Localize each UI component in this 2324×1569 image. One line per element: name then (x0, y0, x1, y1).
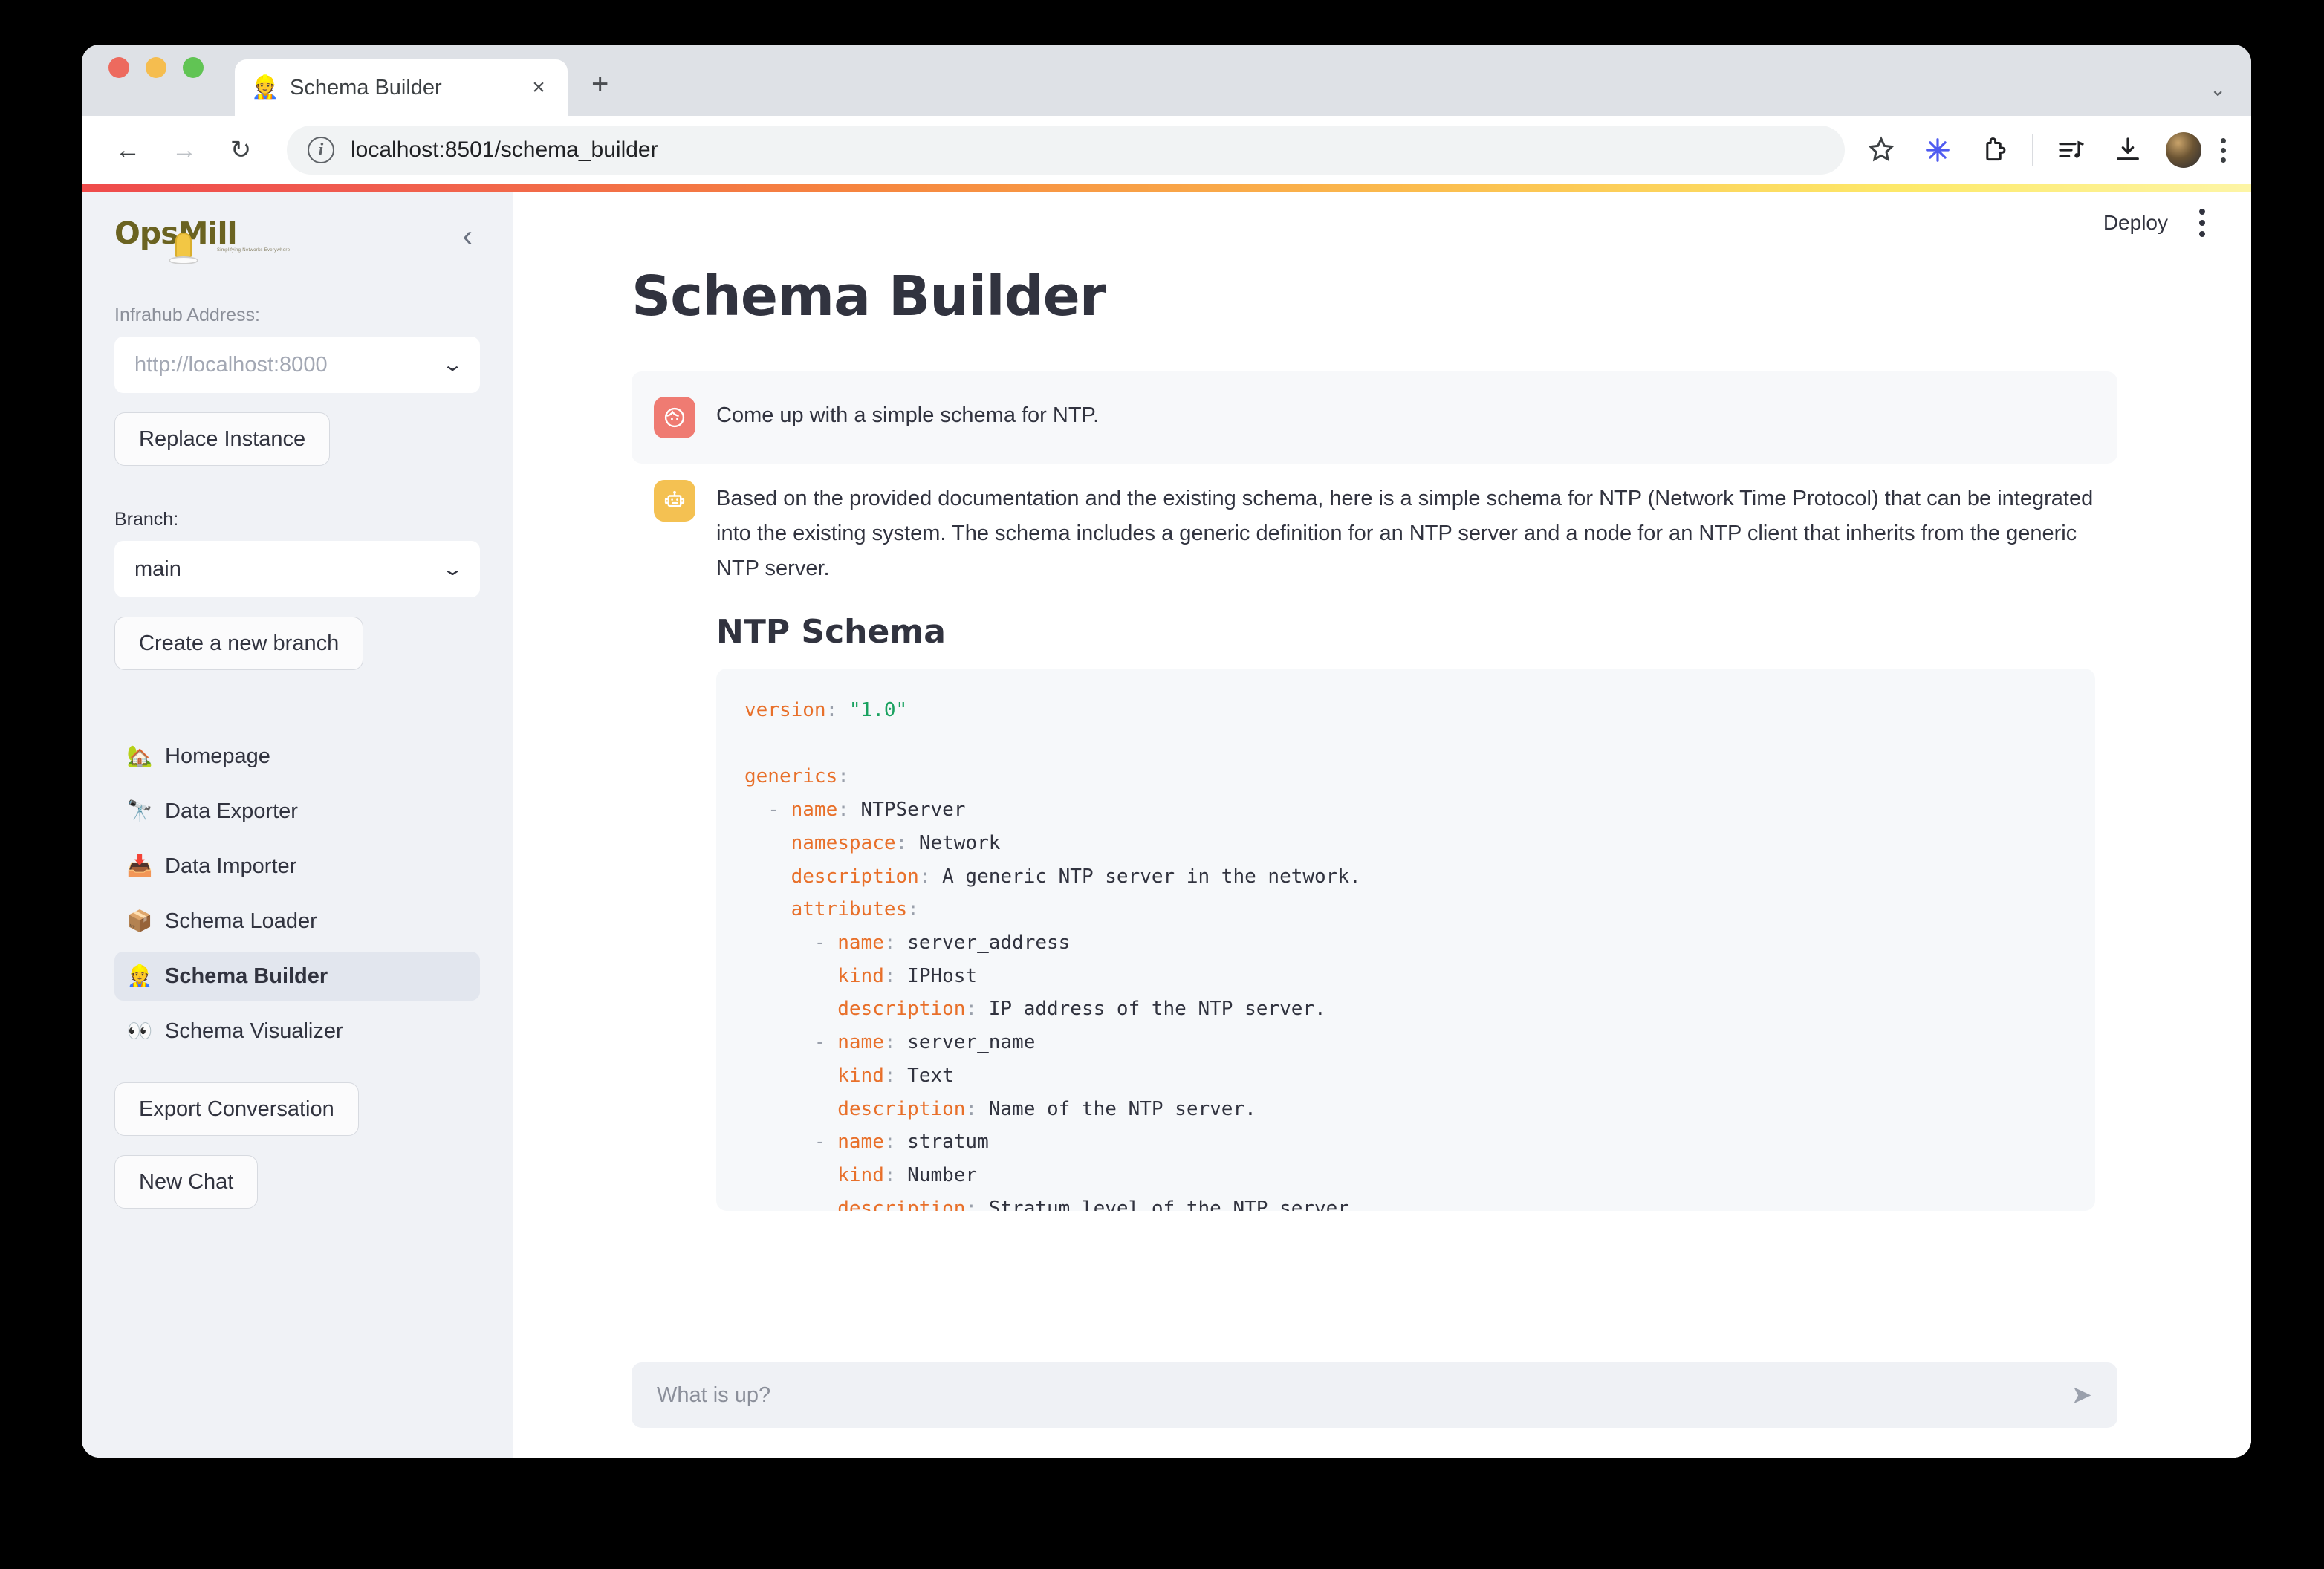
package-icon: 📦 (126, 911, 153, 932)
window-traffic-lights (108, 45, 204, 116)
assistant-message-body: Based on the provided documentation and … (716, 480, 2095, 1211)
house-icon: 🏡 (126, 746, 153, 767)
user-message: Come up with a simple schema for NTP. (632, 371, 2117, 464)
yaml-code-block: version: "1.0" generics: - name: NTPServ… (716, 669, 2095, 1211)
construction-worker-icon: 👷 (126, 966, 153, 987)
branch-value: main (134, 557, 445, 582)
new-tab-button[interactable]: + (591, 68, 608, 101)
sidebar-item-schema-visualizer[interactable]: 👀 Schema Visualizer (114, 1007, 480, 1056)
browser-tab[interactable]: 👷 Schema Builder × (235, 59, 568, 116)
sidebar-item-data-importer[interactable]: 📥 Data Importer (114, 842, 480, 891)
browser-tabstrip: 👷 Schema Builder × + ⌄ (82, 45, 2251, 116)
deploy-button[interactable]: Deploy (2103, 211, 2168, 235)
page-title: Schema Builder (632, 264, 2117, 328)
toolbar-icons (1863, 131, 2230, 169)
new-chat-button[interactable]: New Chat (114, 1155, 258, 1209)
downloads-icon[interactable] (2109, 131, 2146, 169)
branch-label: Branch: (114, 509, 480, 530)
toolbar-divider (2032, 134, 2034, 166)
code-heading: NTP Schema (716, 613, 2095, 651)
site-info-icon[interactable]: i (308, 137, 334, 163)
close-tab-icon[interactable]: × (526, 75, 551, 100)
infrahub-address-select[interactable]: http://localhost:8000 ⌄ (114, 337, 480, 393)
sidebar-item-label: Schema Builder (165, 964, 328, 989)
sidebar-item-schema-loader[interactable]: 📦 Schema Loader (114, 897, 480, 946)
chat-input-placeholder: What is up? (657, 1383, 2071, 1408)
sidebar-item-homepage[interactable]: 🏡 Homepage (114, 732, 480, 781)
user-avatar-icon (654, 397, 695, 438)
inbox-tray-icon: 📥 (126, 856, 153, 877)
sidebar-item-schema-builder[interactable]: 👷 Schema Builder (114, 952, 480, 1001)
sidebar-item-label: Schema Loader (165, 909, 317, 934)
back-button[interactable]: ← (103, 125, 153, 175)
sidebar-nav: 🏡 Homepage 🔭 Data Exporter 📥 Data Importer 📦 Sc… (114, 732, 480, 1062)
tab-list-chevron-icon[interactable]: ⌄ (2210, 78, 2226, 101)
infrahub-address-value: http://localhost:8000 (134, 353, 445, 377)
main-area: Deploy Schema Builder Come (513, 192, 2251, 1458)
chat-input[interactable]: What is up? ➤ (632, 1362, 2117, 1428)
forward-button[interactable]: → (159, 125, 210, 175)
url-text: localhost:8501/schema_builder (351, 137, 658, 163)
branch-select[interactable]: main ⌄ (114, 541, 480, 597)
app-root: OpsMill Simplifying Networks Everywhere … (82, 192, 2251, 1458)
user-message-body: Come up with a simple schema for NTP. (716, 397, 2095, 433)
eyes-icon: 👀 (126, 1021, 153, 1042)
chrome-menu-icon[interactable] (2221, 138, 2226, 163)
tab-favicon-icon: 👷 (251, 77, 276, 99)
media-playlist-icon[interactable] (2053, 131, 2090, 169)
assistant-message-text: Based on the provided documentation and … (716, 481, 2095, 586)
chevron-down-icon: ⌄ (441, 559, 464, 580)
logo-text: OpsMill (114, 218, 308, 249)
user-message-text: Come up with a simple schema for NTP. (716, 398, 2095, 433)
sidebar-item-data-exporter[interactable]: 🔭 Data Exporter (114, 787, 480, 836)
windmill-icon (172, 233, 195, 265)
content-scroll: Schema Builder Come up with a simple sch… (513, 239, 2251, 1345)
create-new-branch-button[interactable]: Create a new branch (114, 617, 363, 670)
profile-avatar[interactable] (2166, 132, 2201, 168)
sidebar-item-label: Homepage (165, 744, 270, 769)
sidebar-item-label: Data Importer (165, 854, 296, 879)
address-bar[interactable]: i localhost:8501/schema_builder (287, 126, 1845, 175)
maximize-window-button[interactable] (183, 57, 204, 78)
streamlit-decoration-bar (82, 184, 2251, 192)
sidebar-item-label: Data Exporter (165, 799, 298, 824)
minimize-window-button[interactable] (146, 57, 166, 78)
extensions-puzzle-icon[interactable] (1976, 131, 2013, 169)
robot-avatar-icon (654, 480, 695, 522)
send-arrow-icon[interactable]: ➤ (2071, 1383, 2093, 1408)
app-header: Deploy (513, 192, 2251, 239)
close-window-button[interactable] (108, 57, 129, 78)
tab-title: Schema Builder (290, 76, 513, 100)
sidebar-item-label: Schema Visualizer (165, 1019, 343, 1044)
bookmark-star-icon[interactable] (1863, 131, 1900, 169)
gemini-sparkle-icon[interactable] (1919, 131, 1956, 169)
infrahub-address-label: Infrahub Address: (114, 305, 480, 326)
chat-input-container: What is up? ➤ (513, 1345, 2251, 1458)
opsmill-logo: OpsMill Simplifying Networks Everywhere (114, 218, 308, 262)
telescope-icon: 🔭 (126, 801, 153, 822)
export-conversation-button[interactable]: Export Conversation (114, 1082, 359, 1136)
kebab-menu-icon[interactable] (2195, 204, 2210, 241)
chevron-down-icon: ⌄ (441, 354, 464, 376)
browser-window: 👷 Schema Builder × + ⌄ ← → ↻ i localhost… (82, 45, 2251, 1458)
sidebar: OpsMill Simplifying Networks Everywhere … (82, 192, 513, 1458)
reload-button[interactable]: ↻ (215, 125, 266, 175)
browser-toolbar: ← → ↻ i localhost:8501/schema_builder (82, 116, 2251, 184)
collapse-sidebar-chevron-icon[interactable]: ‹ (455, 218, 480, 254)
replace-instance-button[interactable]: Replace Instance (114, 412, 330, 466)
sidebar-header: OpsMill Simplifying Networks Everywhere … (114, 218, 480, 262)
assistant-message: Based on the provided documentation and … (632, 464, 2117, 1236)
logo-tagline: Simplifying Networks Everywhere (217, 248, 290, 253)
